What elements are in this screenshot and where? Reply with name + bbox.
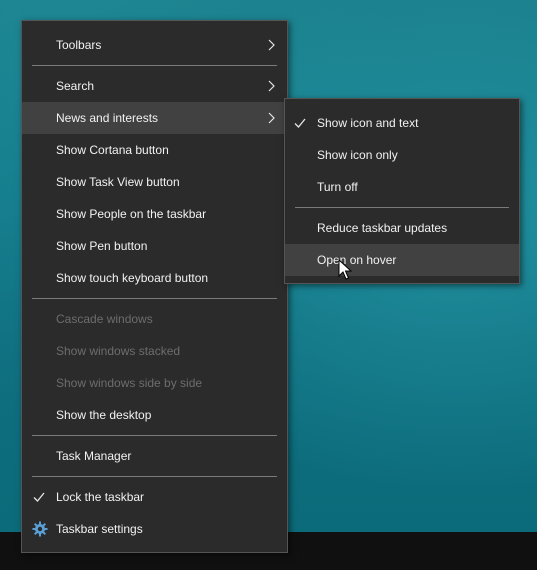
menu-item-show-people[interactable]: Show People on the taskbar [22, 198, 287, 230]
menu-item-label: Toolbars [56, 38, 102, 52]
menu-item-label: Cascade windows [56, 312, 153, 326]
menu-item-label: Show the desktop [56, 408, 152, 422]
chevron-right-icon [268, 112, 275, 124]
submenu-item-open-on-hover[interactable]: Open on hover [285, 244, 519, 276]
menu-item-show-windows-side-by-side: Show windows side by side [22, 367, 287, 399]
menu-item-label: Show windows stacked [56, 344, 181, 358]
submenu-item-turn-off[interactable]: Turn off [285, 171, 519, 203]
menu-item-label: News and interests [56, 111, 159, 125]
menu-item-label: Show touch keyboard button [56, 271, 209, 285]
menu-item-lock-the-taskbar[interactable]: Lock the taskbar [22, 481, 287, 513]
submenu-item-label: Show icon only [317, 148, 398, 162]
menu-item-toolbars[interactable]: Toolbars [22, 29, 287, 61]
chevron-right-icon [268, 80, 275, 92]
menu-item-news-and-interests[interactable]: News and interests [22, 102, 287, 134]
menu-item-show-windows-stacked: Show windows stacked [22, 335, 287, 367]
menu-item-label: Show People on the taskbar [56, 207, 207, 221]
menu-separator [32, 476, 277, 477]
menu-item-show-task-view-button[interactable]: Show Task View button [22, 166, 287, 198]
menu-item-search[interactable]: Search [22, 70, 287, 102]
checkmark-icon [33, 492, 45, 502]
submenu-item-label: Reduce taskbar updates [317, 221, 448, 235]
menu-item-show-pen-button[interactable]: Show Pen button [22, 230, 287, 262]
submenu-item-label: Open on hover [317, 253, 397, 267]
news-and-interests-submenu: Show icon and text Show icon only Turn o… [284, 98, 520, 284]
menu-separator [32, 65, 277, 66]
menu-item-taskbar-settings[interactable]: Taskbar settings [22, 513, 287, 545]
menu-item-label: Show Pen button [56, 239, 148, 253]
taskbar-context-menu: Toolbars Search News and interests Show … [21, 20, 288, 553]
menu-item-show-the-desktop[interactable]: Show the desktop [22, 399, 287, 431]
menu-item-show-cortana-button[interactable]: Show Cortana button [22, 134, 287, 166]
submenu-item-show-icon-only[interactable]: Show icon only [285, 139, 519, 171]
menu-item-label: Show Cortana button [56, 143, 169, 157]
menu-separator [32, 435, 277, 436]
menu-item-label: Lock the taskbar [56, 490, 145, 504]
submenu-item-label: Show icon and text [317, 116, 419, 130]
menu-item-task-manager[interactable]: Task Manager [22, 440, 287, 472]
menu-item-label: Search [56, 79, 95, 93]
menu-item-label: Show windows side by side [56, 376, 203, 390]
gear-icon [32, 521, 48, 537]
menu-item-label: Task Manager [56, 449, 132, 463]
menu-separator [32, 298, 277, 299]
menu-item-cascade-windows: Cascade windows [22, 303, 287, 335]
menu-item-label: Taskbar settings [56, 522, 143, 536]
menu-item-show-touch-keyboard-button[interactable]: Show touch keyboard button [22, 262, 287, 294]
submenu-item-reduce-taskbar-updates[interactable]: Reduce taskbar updates [285, 212, 519, 244]
submenu-item-label: Turn off [317, 180, 358, 194]
menu-item-label: Show Task View button [56, 175, 180, 189]
submenu-item-show-icon-and-text[interactable]: Show icon and text [285, 107, 519, 139]
mouse-pointer-icon [338, 259, 352, 280]
checkmark-icon [294, 118, 306, 128]
submenu-separator [295, 207, 509, 208]
chevron-right-icon [268, 39, 275, 51]
